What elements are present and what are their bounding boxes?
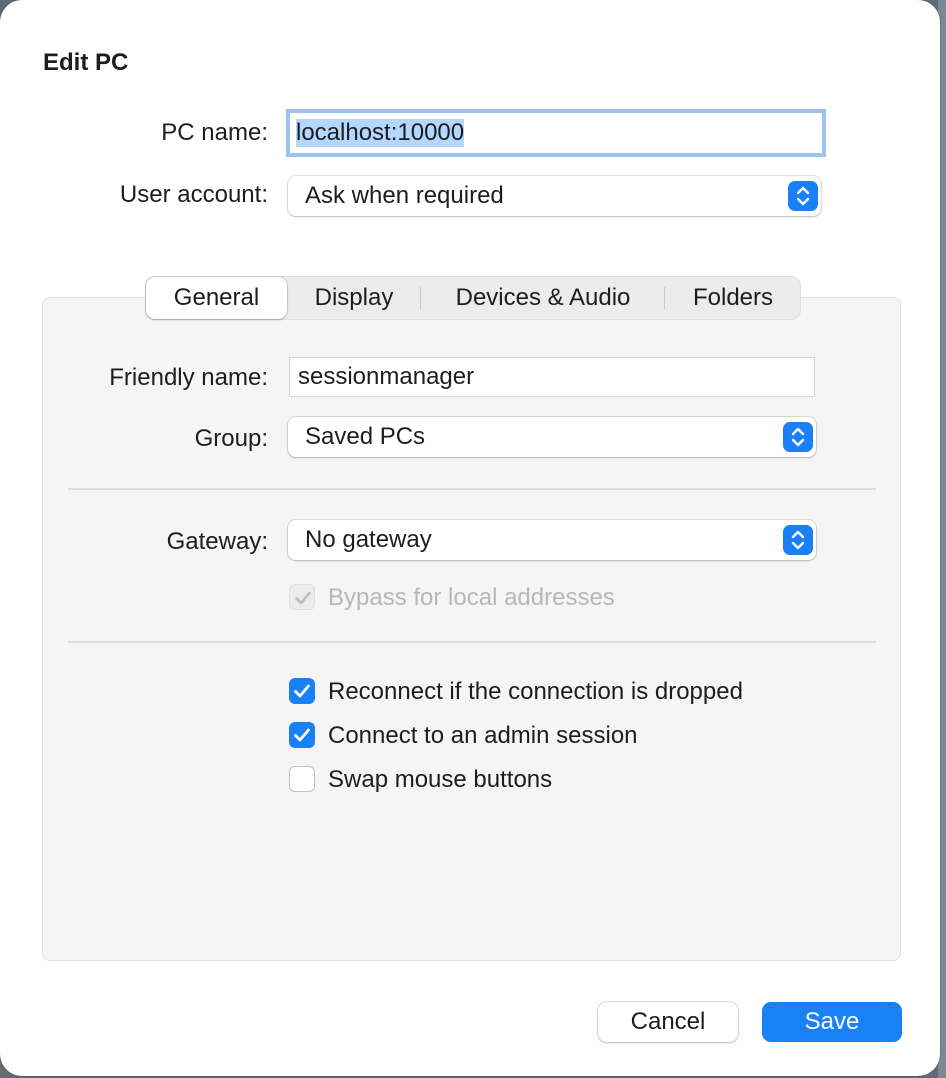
tab-display[interactable]: Display: [289, 277, 419, 319]
up-down-chevron-icon: [783, 525, 813, 555]
tab-general[interactable]: General: [146, 277, 287, 319]
reconnect-checkbox[interactable]: [289, 678, 315, 704]
group-popup[interactable]: Saved PCs: [288, 417, 816, 457]
tab-devices-audio[interactable]: Devices & Audio: [423, 277, 663, 319]
bypass-local-checkbox[interactable]: [289, 584, 315, 610]
edit-pc-dialog: Edit PC PC name: localhost:10000 User ac…: [0, 0, 940, 1076]
tab-separator: [664, 287, 665, 309]
checkmark-icon: [294, 728, 310, 742]
up-down-chevron-icon: [783, 422, 813, 452]
pc-name-value: localhost:10000: [296, 119, 465, 147]
tab-separator: [420, 287, 421, 309]
swap-mouse-checkbox[interactable]: [289, 766, 315, 792]
checkmark-icon: [295, 591, 311, 605]
gateway-popup[interactable]: No gateway: [288, 520, 816, 560]
checkmark-icon: [294, 684, 310, 698]
user-account-popup[interactable]: Ask when required: [288, 176, 821, 216]
user-account-label: User account:: [119, 181, 268, 208]
group-label: Group:: [194, 425, 268, 452]
up-down-chevron-icon: [788, 181, 818, 211]
section-divider: [68, 488, 876, 490]
swap-mouse-label: Swap mouse buttons: [328, 766, 553, 793]
cancel-button[interactable]: Cancel: [598, 1002, 738, 1042]
friendly-name-field[interactable]: sessionmanager: [289, 357, 815, 397]
dialog-title: Edit PC: [43, 49, 129, 76]
section-divider: [68, 641, 876, 643]
gateway-value: No gateway: [305, 526, 432, 553]
reconnect-label: Reconnect if the connection is dropped: [328, 678, 743, 705]
save-button[interactable]: Save: [762, 1002, 902, 1042]
pc-name-field[interactable]: localhost:10000: [286, 109, 826, 157]
pc-name-label: PC name:: [161, 119, 268, 146]
group-value: Saved PCs: [305, 423, 426, 450]
bypass-local-label: Bypass for local addresses: [328, 584, 615, 611]
user-account-value: Ask when required: [305, 182, 504, 209]
admin-session-checkbox[interactable]: [289, 722, 315, 748]
tab-folders[interactable]: Folders: [666, 277, 800, 319]
tab-bar: General Display Devices & Audio Folders: [145, 276, 801, 320]
gateway-label: Gateway:: [166, 528, 268, 555]
friendly-name-label: Friendly name:: [109, 364, 268, 391]
admin-session-label: Connect to an admin session: [328, 722, 638, 749]
friendly-name-value: sessionmanager: [298, 363, 475, 390]
